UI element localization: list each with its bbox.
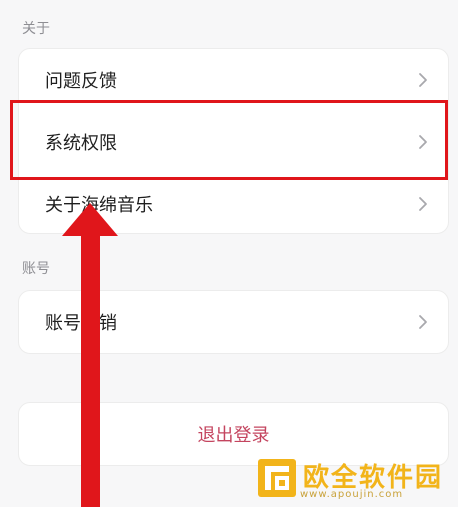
account-card: 账号注销 <box>18 290 449 354</box>
chevron-right-icon <box>419 315 427 329</box>
watermark-url: www.apoujin.com <box>300 489 404 500</box>
chevron-right-icon <box>419 135 427 149</box>
menu-item-system-permissions[interactable]: 系统权限 <box>19 111 448 173</box>
menu-item-label: 问题反馈 <box>45 71 117 92</box>
section-label-about: 关于 <box>22 21 50 37</box>
menu-item-label: 关于海绵音乐 <box>45 195 153 216</box>
chevron-right-icon <box>419 73 427 87</box>
logout-button[interactable]: 退出登录 <box>18 402 449 466</box>
section-label-account: 账号 <box>22 261 50 277</box>
logout-label: 退出登录 <box>197 425 270 446</box>
menu-item-feedback[interactable]: 问题反馈 <box>19 49 448 111</box>
menu-item-label: 系统权限 <box>45 133 117 154</box>
watermark-text: 欧全软件园 <box>303 463 444 493</box>
menu-item-delete-account[interactable]: 账号注销 <box>19 291 448 353</box>
menu-item-about-app[interactable]: 关于海绵音乐 <box>19 173 448 235</box>
about-card: 问题反馈 系统权限 关于海绵音乐 <box>18 48 449 234</box>
menu-item-label: 账号注销 <box>45 313 117 334</box>
chevron-right-icon <box>419 197 427 211</box>
